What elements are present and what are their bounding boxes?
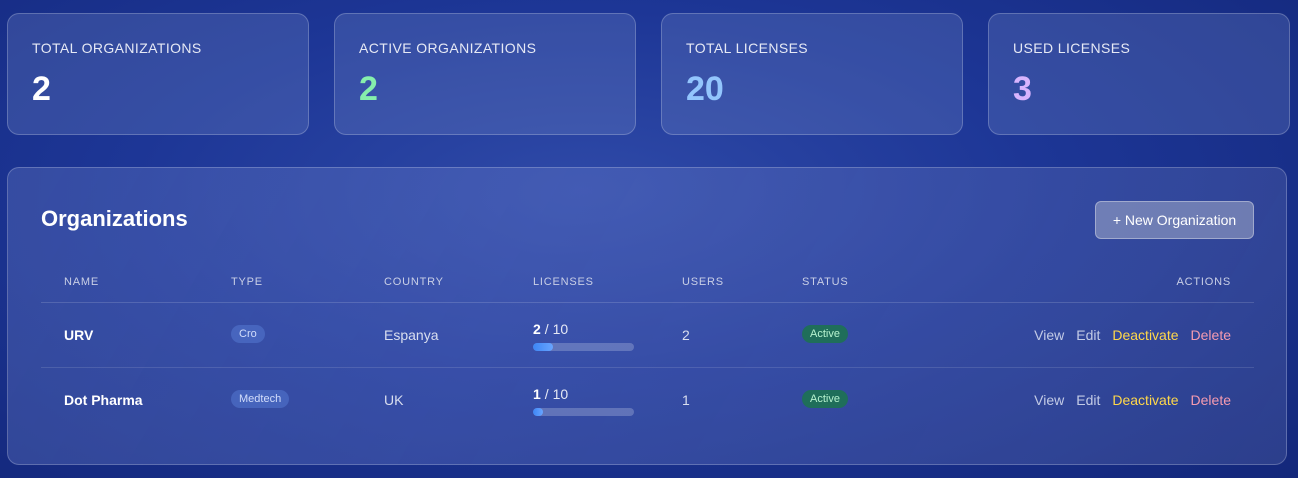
row-actions: View Edit Deactivate Delete (1034, 327, 1231, 343)
org-name: URV (64, 327, 94, 343)
stat-card-total-organizations: TOTAL ORGANIZATIONS 2 (7, 13, 309, 135)
organizations-panel: Organizations + New Organization NAME TY… (7, 167, 1287, 465)
row-actions: View Edit Deactivate Delete (1034, 392, 1231, 408)
stats-row: TOTAL ORGANIZATIONS 2 ACTIVE ORGANIZATIO… (7, 13, 1290, 135)
stat-value: 20 (686, 70, 724, 108)
stat-card-total-licenses: TOTAL LICENSES 20 (661, 13, 963, 135)
type-badge: Medtech (231, 390, 290, 408)
org-country: UK (384, 392, 404, 408)
delete-link[interactable]: Delete (1191, 392, 1231, 408)
licenses-total: / 10 (544, 321, 569, 337)
deactivate-link[interactable]: Deactivate (1112, 327, 1178, 343)
column-header-type: TYPE (231, 276, 263, 288)
stat-card-active-organizations: ACTIVE ORGANIZATIONS 2 (334, 13, 636, 135)
edit-link[interactable]: Edit (1076, 327, 1100, 343)
org-users: 1 (682, 392, 690, 408)
stat-value: 3 (1013, 70, 1032, 108)
organizations-table: NAME TYPE COUNTRY LICENSES USERS STATUS … (41, 264, 1254, 433)
panel-title: Organizations (41, 206, 188, 231)
new-organization-button[interactable]: + New Organization (1095, 201, 1254, 239)
table-header: NAME TYPE COUNTRY LICENSES USERS STATUS … (41, 264, 1254, 303)
stat-value: 2 (32, 70, 51, 108)
column-header-users: USERS (682, 276, 724, 288)
column-header-status: STATUS (802, 276, 849, 288)
edit-link[interactable]: Edit (1076, 392, 1100, 408)
licenses-total: / 10 (544, 386, 569, 402)
column-header-country: COUNTRY (384, 276, 444, 288)
org-name: Dot Pharma (64, 392, 143, 408)
deactivate-link[interactable]: Deactivate (1112, 392, 1178, 408)
delete-link[interactable]: Delete (1191, 327, 1231, 343)
stat-value: 2 (359, 70, 378, 108)
status-badge: Active (802, 390, 848, 408)
table-row: Dot Pharma Medtech UK 1 / 10 1 Active Vi… (41, 368, 1254, 433)
column-header-actions: ACTIONS (1176, 276, 1231, 288)
org-country: Espanya (384, 327, 439, 343)
view-link[interactable]: View (1034, 392, 1064, 408)
stat-label: TOTAL LICENSES (686, 40, 809, 56)
stat-label: TOTAL ORGANIZATIONS (32, 40, 202, 56)
license-progress-fill (533, 408, 544, 416)
type-badge: Cro (231, 325, 265, 343)
license-progress-fill (533, 343, 554, 351)
licenses-used: 1 (533, 386, 541, 402)
view-link[interactable]: View (1034, 327, 1064, 343)
column-header-name: NAME (64, 276, 99, 288)
license-usage: 1 / 10 (533, 386, 634, 416)
license-progress-bar (533, 343, 634, 351)
stat-label: ACTIVE ORGANIZATIONS (359, 40, 537, 56)
license-usage: 2 / 10 (533, 321, 634, 351)
status-badge: Active (802, 325, 848, 343)
stat-label: USED LICENSES (1013, 40, 1131, 56)
licenses-used: 2 (533, 321, 541, 337)
table-row: URV Cro Espanya 2 / 10 2 Active View Edi… (41, 303, 1254, 368)
stat-card-used-licenses: USED LICENSES 3 (988, 13, 1290, 135)
column-header-licenses: LICENSES (533, 276, 594, 288)
license-progress-bar (533, 408, 634, 416)
org-users: 2 (682, 327, 690, 343)
